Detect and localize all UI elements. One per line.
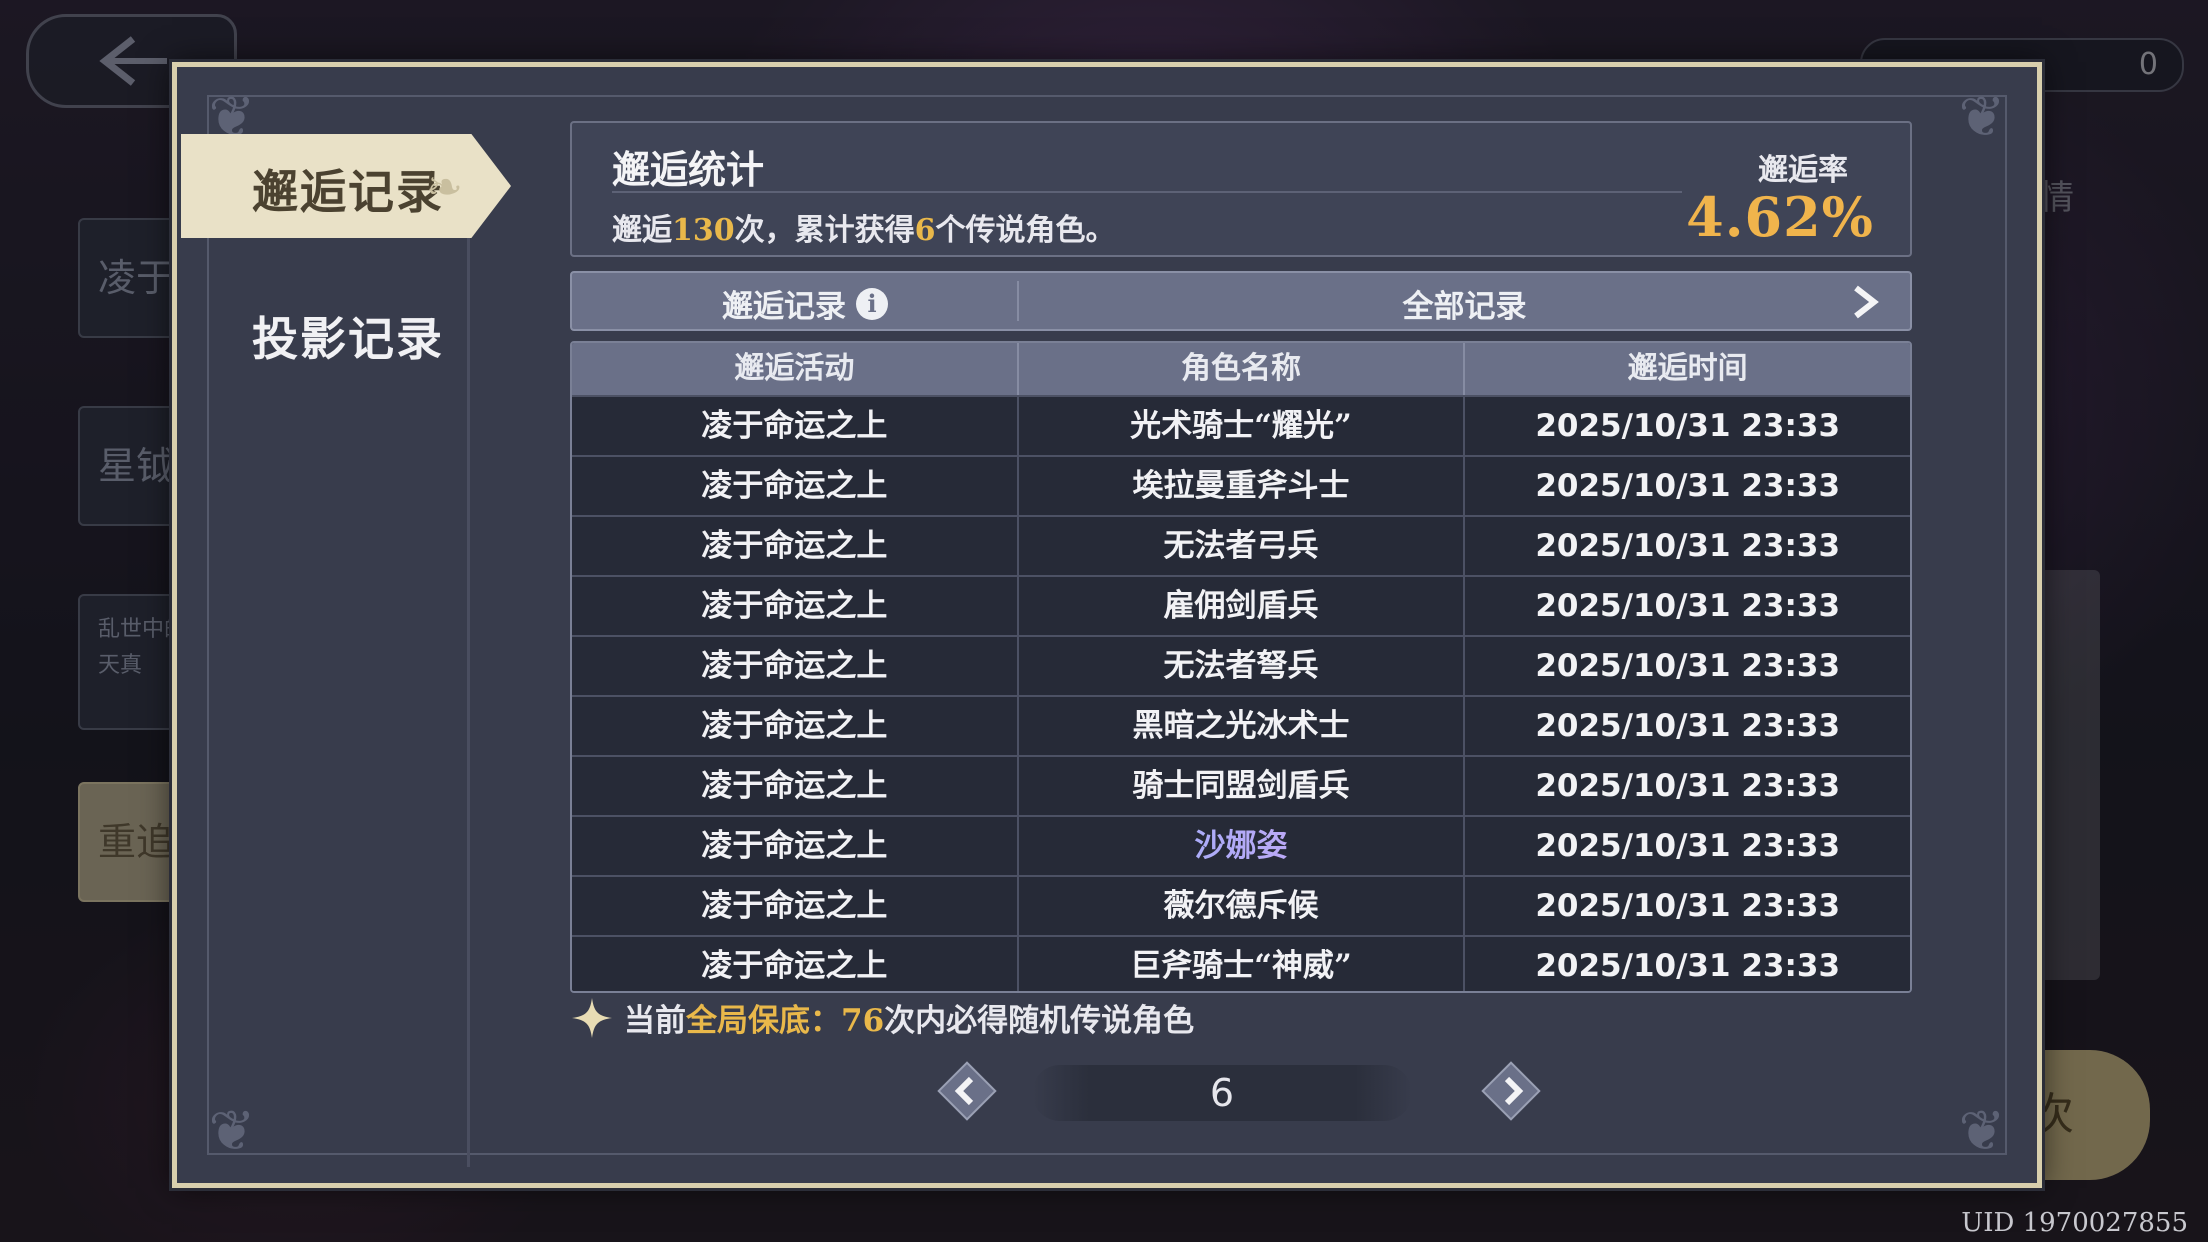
divider xyxy=(612,191,1682,193)
event-cell: 凌于命运之上 xyxy=(701,408,888,444)
table-row: 凌于命运之上 光术骑士“耀光” 2025/10/31 23:33 xyxy=(572,395,1910,455)
time-cell: 2025/10/31 23:33 xyxy=(1463,817,1910,875)
time-cell: 2025/10/31 23:33 xyxy=(1463,877,1910,935)
character-name-cell: 巨斧骑士“神威” xyxy=(1016,937,1464,991)
page-number: 6 xyxy=(1032,1065,1412,1121)
time-cell: 2025/10/31 23:33 xyxy=(1463,697,1910,755)
pity-notice: 当前全局保底：76次内必得随机传说角色 xyxy=(570,995,1194,1040)
time-cell: 2025/10/31 23:33 xyxy=(1463,457,1910,515)
stats-card: 邂逅统计 邂逅130次，累计获得6个传说角色。 邂逅率 4.62% xyxy=(570,121,1912,257)
event-cell: 凌于命运之上 xyxy=(701,468,888,504)
table-row: 凌于命运之上 无法者弩兵 2025/10/31 23:33 xyxy=(572,635,1910,695)
chevron-right-icon xyxy=(1854,285,1879,319)
event-cell: 凌于命运之上 xyxy=(701,708,888,744)
next-page-button[interactable] xyxy=(1477,1057,1545,1125)
flourish-icon: ❧ xyxy=(426,162,463,213)
time-cell: 2025/10/31 23:33 xyxy=(1463,577,1910,635)
tab-projection-records[interactable]: 投影记录 xyxy=(252,303,444,369)
records-header-bar: 邂逅记录 i 全部记录 xyxy=(570,271,1912,331)
column-header: 邂逅时间 xyxy=(1463,343,1910,395)
time-cell: 2025/10/31 23:33 xyxy=(1463,757,1910,815)
all-records-button[interactable]: 全部记录 xyxy=(1019,273,1910,329)
record-modal: ❦ ❦ ❦ ❦ 邂逅记录 ❧ 投影记录 邂逅统计 邂逅130次，累计获得6个传说… xyxy=(172,62,2042,1188)
event-cell: 凌于命运之上 xyxy=(701,888,888,924)
pity-count: 76 xyxy=(841,1003,885,1039)
pity-highlight: 全局保底： xyxy=(686,1003,841,1039)
event-cell: 凌于命运之上 xyxy=(701,528,888,564)
corner-ornament: ❦ xyxy=(208,1099,256,1164)
character-name-cell: 无法者弓兵 xyxy=(1016,517,1464,575)
event-cell: 凌于命运之上 xyxy=(701,828,888,864)
prev-page-button[interactable] xyxy=(933,1057,1001,1125)
time-cell: 2025/10/31 23:33 xyxy=(1463,937,1910,991)
time-cell: 2025/10/31 23:33 xyxy=(1463,397,1910,455)
stats-title: 邂逅统计 xyxy=(612,147,765,192)
character-name-cell: 无法者弩兵 xyxy=(1016,637,1464,695)
table-row: 凌于命运之上 雇佣剑盾兵 2025/10/31 23:33 xyxy=(572,575,1910,635)
event-cell: 凌于命运之上 xyxy=(701,588,888,624)
event-cell: 凌于命运之上 xyxy=(701,648,888,684)
table-row: 凌于命运之上 黑暗之光冰术士 2025/10/31 23:33 xyxy=(572,695,1910,755)
table-row: 凌于命运之上 沙娜姿 2025/10/31 23:33 xyxy=(572,815,1910,875)
pity-prefix: 当前 xyxy=(624,1003,686,1039)
records-table: 邂逅活动 角色名称 邂逅时间 凌于命运之上 光术骑士“耀光” 2025/10/31 … xyxy=(570,341,1912,993)
sparkle-icon xyxy=(572,997,612,1038)
summary-text: 邂逅 xyxy=(612,213,672,248)
tab-label: 邂逅记录 xyxy=(252,165,444,219)
character-name-cell: 雇佣剑盾兵 xyxy=(1016,577,1464,635)
stats-summary: 邂逅130次，累计获得6个传说角色。 xyxy=(612,205,1116,249)
character-name-cell: 沙娜姿 xyxy=(1016,817,1464,875)
info-icon[interactable]: i xyxy=(856,287,888,320)
character-name-cell: 埃拉曼重斧斗士 xyxy=(1016,457,1464,515)
table-body: 凌于命运之上 光术骑士“耀光” 2025/10/31 23:33 凌于命运之上 埃拉曼重… xyxy=(572,395,1910,991)
sidebar-divider xyxy=(467,217,470,1167)
column-header: 角色名称 xyxy=(1016,343,1464,395)
pity-text: 当前全局保底：76次内必得随机传说角色 xyxy=(624,995,1194,1040)
legend-count: 6 xyxy=(914,213,936,248)
rate-label: 邂逅率 xyxy=(1758,153,1848,188)
rate-value: 4.62% xyxy=(1686,185,1874,249)
uid-label: UID 1970027855 xyxy=(1961,1208,2188,1238)
time-cell: 2025/10/31 23:33 xyxy=(1463,517,1910,575)
table-row: 凌于命运之上 骑士同盟剑盾兵 2025/10/31 23:33 xyxy=(572,755,1910,815)
table-row: 凌于命运之上 无法者弓兵 2025/10/31 23:33 xyxy=(572,515,1910,575)
corner-ornament: ❦ xyxy=(1958,1099,2006,1164)
table-row: 凌于命运之上 埃拉曼重斧斗士 2025/10/31 23:33 xyxy=(572,455,1910,515)
corner-ornament: ❦ xyxy=(1958,85,2006,150)
records-label: 邂逅记录 i xyxy=(722,281,888,326)
all-records-label: 全部记录 xyxy=(1402,289,1527,325)
table-row: 凌于命运之上 薇尔德斥候 2025/10/31 23:33 xyxy=(572,875,1910,935)
table-header: 邂逅活动 角色名称 邂逅时间 xyxy=(572,343,1910,395)
time-cell: 2025/10/31 23:33 xyxy=(1463,637,1910,695)
summary-text: 个传说角色。 xyxy=(935,213,1116,248)
summary-text: 次，累计获得 xyxy=(734,213,915,248)
character-name-cell: 黑暗之光冰术士 xyxy=(1016,697,1464,755)
character-name-cell: 薇尔德斥候 xyxy=(1016,877,1464,935)
draw-count: 130 xyxy=(672,213,735,248)
column-header: 邂逅活动 xyxy=(734,351,855,386)
records-label-text: 邂逅记录 xyxy=(722,289,846,325)
character-name-cell: 骑士同盟剑盾兵 xyxy=(1016,757,1464,815)
pity-suffix: 次内必得随机传说角色 xyxy=(884,1003,1195,1039)
tab-encounter-records[interactable]: 邂逅记录 ❧ xyxy=(181,134,511,238)
event-cell: 凌于命运之上 xyxy=(701,948,888,984)
table-row: 凌于命运之上 巨斧骑士“神威” 2025/10/31 23:33 xyxy=(572,935,1910,991)
event-cell: 凌于命运之上 xyxy=(701,768,888,804)
character-name-cell: 光术骑士“耀光” xyxy=(1016,397,1464,455)
